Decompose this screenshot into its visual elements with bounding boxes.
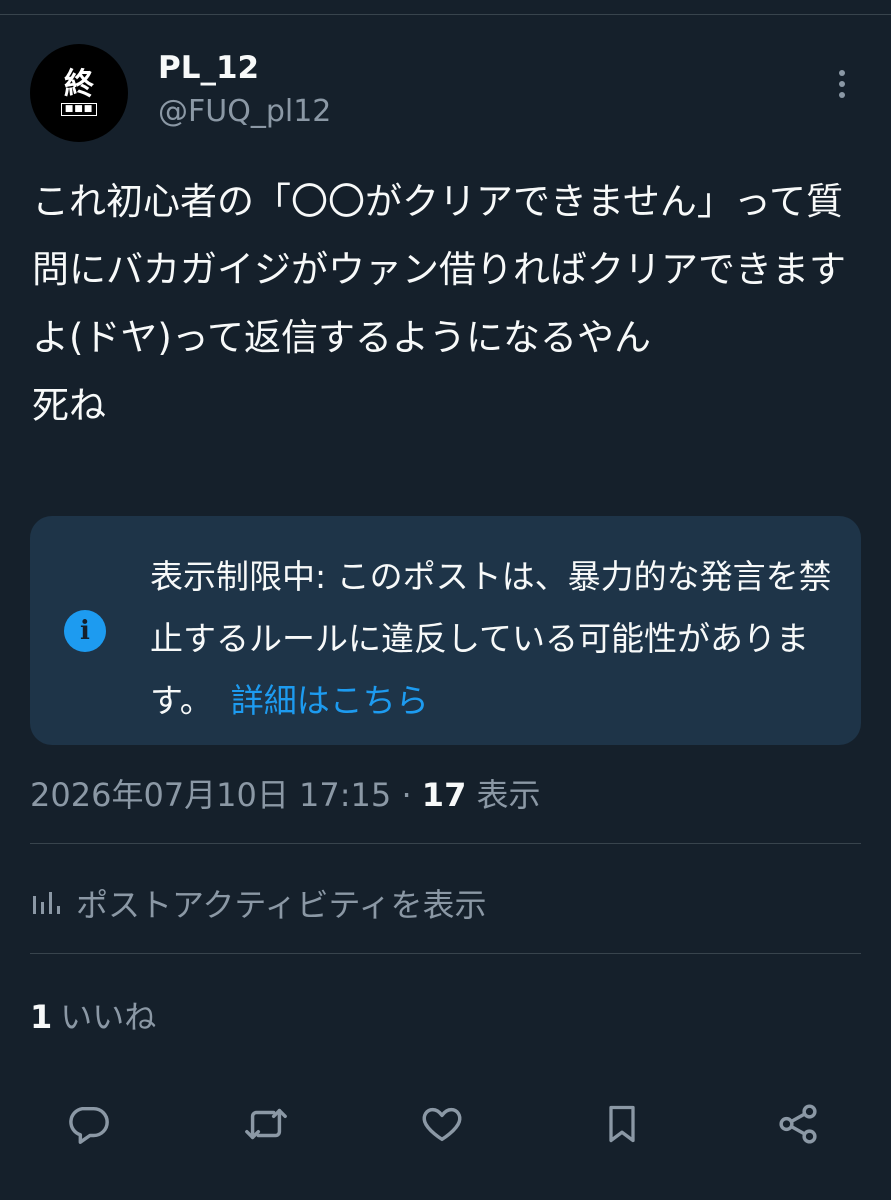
more-dot xyxy=(839,81,845,87)
post-activity-link[interactable]: ポストアクティビティを表示 xyxy=(30,880,487,926)
info-icon: i xyxy=(64,610,106,652)
views-count: 17 xyxy=(421,776,467,814)
divider xyxy=(30,843,861,844)
more-options-icon[interactable] xyxy=(829,66,855,102)
more-dot xyxy=(839,92,845,98)
bar-chart-icon xyxy=(33,892,60,914)
share-button[interactable] xyxy=(774,1100,822,1148)
likes-count: 1 xyxy=(30,998,53,1036)
views-label: 表示 xyxy=(476,776,541,814)
share-icon xyxy=(779,1104,817,1144)
more-dot xyxy=(839,70,845,76)
tweet-meta: 2026年07月10日 17:15 · 17 表示 xyxy=(30,770,541,816)
tweet-text: これ初心者の「〇〇がクリアできません」って質問にバカガイジがウァン借りればクリア… xyxy=(32,180,846,427)
avatar-glyph: 終 xyxy=(64,67,94,102)
repost-icon xyxy=(245,1108,287,1140)
reply-icon xyxy=(69,1106,109,1144)
divider xyxy=(30,953,861,954)
reply-button[interactable] xyxy=(64,1100,112,1148)
like-icon xyxy=(422,1107,462,1142)
author-display-name[interactable]: PL_12 xyxy=(158,50,259,86)
top-divider xyxy=(0,14,891,15)
bookmark-button[interactable] xyxy=(598,1100,646,1148)
avatar-subtext: ■■■ xyxy=(60,103,98,116)
avatar[interactable]: 終 ■■■ xyxy=(30,44,128,142)
timestamp[interactable]: 2026年07月10日 17:15 xyxy=(30,776,391,814)
bookmark-icon xyxy=(609,1105,635,1143)
author-handle[interactable]: @FUQ_pl12 xyxy=(158,94,331,129)
meta-separator: · xyxy=(401,776,412,814)
like-button[interactable] xyxy=(418,1100,466,1148)
post-activity-label: ポストアクティビティを表示 xyxy=(76,886,487,924)
notice-details-link[interactable]: 詳細はこちら xyxy=(231,681,429,720)
restriction-notice: i 表示制限中: このポストは、暴力的な発言を禁止するルールに違反している可能性… xyxy=(30,516,861,745)
likes-label: いいね xyxy=(60,998,157,1036)
notice-text: 表示制限中: このポストは、暴力的な発言を禁止するルールに違反している可能性があ… xyxy=(150,546,840,732)
likes-summary[interactable]: 1 いいね xyxy=(30,992,156,1038)
repost-button[interactable] xyxy=(242,1100,290,1148)
